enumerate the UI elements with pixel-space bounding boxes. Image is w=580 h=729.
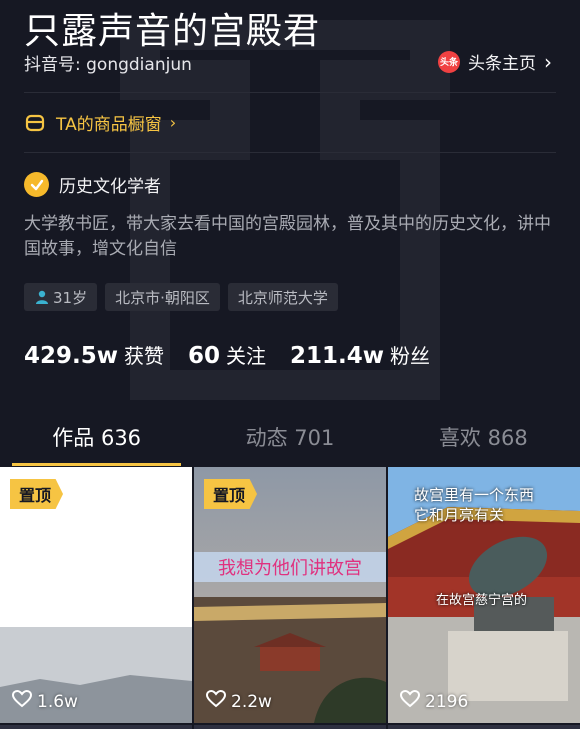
- likes-count: 429.5w: [24, 343, 118, 369]
- next-row-peek: [194, 725, 386, 729]
- video-grid: 置顶 1.6w 置顶 我想为他们讲故宫 2.2w 故宫里有一个东西 它和月亮有关…: [0, 467, 580, 729]
- toutiao-logo-icon: 头条: [438, 50, 460, 73]
- verification-label: 历史文化学者: [59, 177, 161, 197]
- video-caption: 故宫里有一个东西 它和月亮有关: [414, 485, 534, 525]
- tab-liked[interactable]: 喜欢 868: [387, 418, 580, 466]
- followers-stat[interactable]: 211.4w 粉丝: [290, 340, 430, 369]
- video-caption: 我想为他们讲故宫: [194, 552, 386, 582]
- tab-activity[interactable]: 动态 701: [193, 418, 386, 466]
- caption-line-1: 故宫里有一个东西: [414, 486, 535, 504]
- verification-row: 历史文化学者: [24, 172, 161, 197]
- pinned-badge: 置顶: [204, 479, 258, 509]
- likes-label: 获赞: [124, 344, 164, 368]
- tab-works[interactable]: 作品 636: [0, 418, 193, 466]
- age-tag: 31岁: [24, 283, 98, 311]
- chevron-right-icon: ›: [169, 113, 177, 132]
- video-likes: 1.6w: [11, 689, 78, 713]
- next-row-peek: [0, 725, 192, 729]
- profile-bio: 大学教书匠，带大家去看中国的宫殿园林，普及其中的历史文化，讲中国故事，增文化自信: [24, 214, 551, 259]
- divider: [24, 152, 556, 153]
- shop-window-link[interactable]: TA的商品橱窗 ›: [24, 110, 176, 135]
- caption-line-2: 它和月亮有关: [414, 506, 505, 524]
- following-count: 60: [188, 343, 221, 369]
- likes-count-text: 2.2w: [231, 691, 272, 712]
- person-icon: [36, 290, 48, 304]
- video-thumbnail[interactable]: 置顶 我想为他们讲故宫 2.2w: [194, 467, 386, 723]
- profile-tags: 31岁 北京市·朝阳区 北京师范大学: [24, 283, 338, 311]
- video-thumbnail[interactable]: 故宫里有一个东西 它和月亮有关 在故宫慈宁宫的 2196: [388, 467, 580, 723]
- video-likes: 2.2w: [205, 689, 272, 713]
- video-thumbnail[interactable]: 置顶 1.6w: [0, 467, 192, 723]
- location-text: 北京市·朝阳区: [115, 288, 210, 307]
- school-text: 北京师范大学: [237, 288, 328, 307]
- likes-stat[interactable]: 429.5w 获赞: [24, 340, 164, 369]
- toutiao-homepage-link[interactable]: 头条 头条主页 ›: [438, 49, 552, 74]
- following-stat[interactable]: 60 关注: [188, 340, 266, 369]
- location-tag: 北京市·朝阳区: [105, 283, 220, 311]
- verified-check-icon: [24, 172, 49, 197]
- shop-cart-icon: [25, 114, 45, 131]
- profile-name: 只露声音的宫殿君: [24, 11, 321, 52]
- pinned-badge: 置顶: [10, 479, 64, 509]
- shop-window-label: TA的商品橱窗: [56, 115, 162, 135]
- profile-tabs: 作品 636 动态 701 喜欢 868: [0, 418, 580, 466]
- chevron-right-icon: ›: [544, 49, 552, 74]
- likes-count-text: 1.6w: [37, 691, 78, 712]
- douyin-id: 抖音号: gongdianjun: [24, 55, 192, 75]
- school-tag: 北京师范大学: [227, 283, 338, 311]
- heart-icon: [11, 689, 33, 713]
- video-likes: 2196: [399, 689, 469, 713]
- following-label: 关注: [226, 344, 267, 368]
- heart-icon: [399, 689, 421, 713]
- followers-label: 粉丝: [390, 344, 431, 368]
- toutiao-label: 头条主页: [468, 54, 536, 74]
- profile-stats: 429.5w 获赞 60 关注 211.4w 粉丝: [24, 340, 430, 369]
- likes-count-text: 2196: [425, 691, 469, 712]
- next-row-peek: [388, 725, 580, 729]
- video-subtitle: 在故宫慈宁宫的: [436, 593, 528, 608]
- age-text: 31岁: [53, 288, 88, 307]
- divider: [24, 92, 556, 93]
- heart-icon: [205, 689, 227, 713]
- followers-count: 211.4w: [290, 343, 385, 369]
